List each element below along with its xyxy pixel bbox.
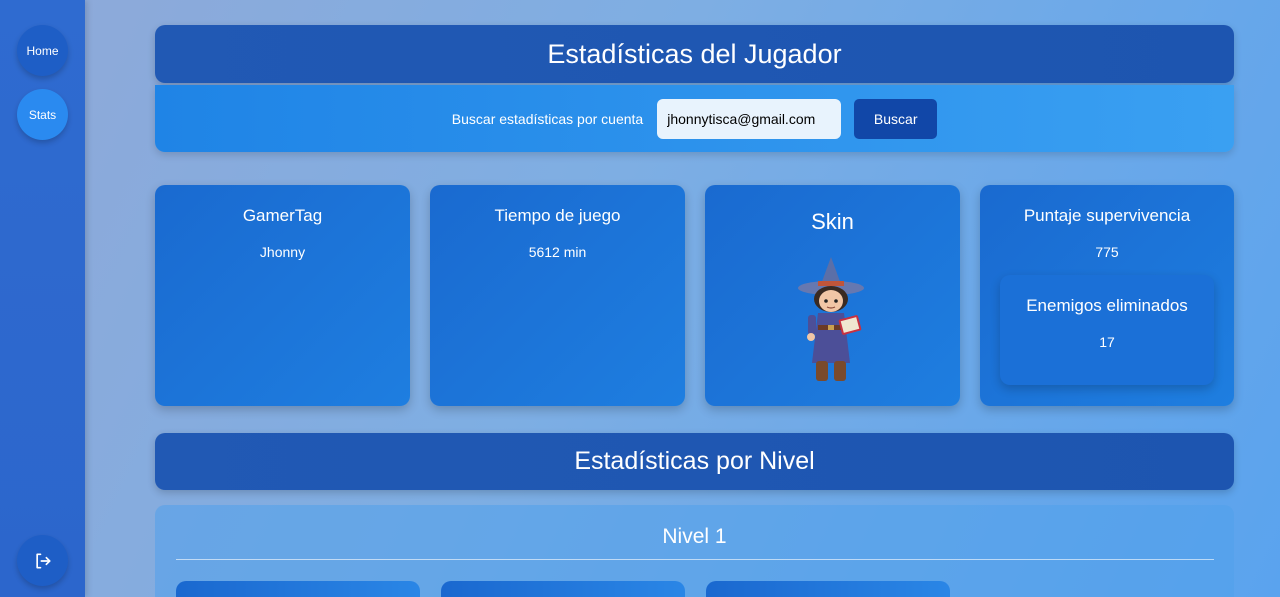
- survival-card: Puntaje supervivencia 775 Enemigos elimi…: [980, 185, 1234, 406]
- playtime-card: Tiempo de juego 5612 min: [430, 185, 685, 406]
- page-title: Estadísticas del Jugador: [547, 38, 842, 69]
- page-header: Estadísticas del Jugador: [155, 25, 1234, 83]
- level-title: Nivel 1: [662, 525, 727, 548]
- level-stat-card: [441, 581, 685, 597]
- search-label: Buscar estadísticas por cuenta: [451, 110, 644, 127]
- search-input[interactable]: [657, 98, 842, 139]
- logout-button[interactable]: [17, 535, 68, 586]
- level-divider: [176, 559, 1214, 560]
- level-panel: Nivel 1: [155, 505, 1234, 597]
- gamertag-value: Jhonny: [259, 244, 306, 260]
- level-stat-card: [706, 581, 950, 597]
- logout-icon: [35, 553, 51, 568]
- enemies-value: 17: [1099, 334, 1115, 350]
- enemies-title: Enemigos eliminados: [1026, 296, 1188, 315]
- search-bar: Buscar estadísticas por cuenta Buscar: [155, 85, 1234, 152]
- search-button[interactable]: Buscar: [854, 98, 938, 139]
- stats-button[interactable]: Stats: [17, 89, 68, 140]
- skin-title: Skin: [811, 209, 854, 234]
- level-stats-title: Estadísticas por Nivel: [574, 447, 815, 475]
- gamertag-title: GamerTag: [242, 206, 323, 225]
- gamertag-card: GamerTag Jhonny: [155, 185, 410, 406]
- sidebar: Home Stats: [0, 0, 85, 597]
- level-stat-card: [176, 581, 420, 597]
- survival-value: 775: [1095, 244, 1119, 260]
- wizard-character-image: [798, 257, 864, 381]
- playtime-title: Tiempo de juego: [494, 206, 621, 225]
- playtime-value: 5612 min: [528, 244, 587, 260]
- enemies-card: Enemigos eliminados 17: [1000, 275, 1214, 385]
- skin-card: Skin: [705, 185, 960, 406]
- home-button-label: Home: [26, 43, 59, 58]
- stats-button-label: Stats: [28, 107, 57, 122]
- home-button[interactable]: Home: [17, 25, 68, 76]
- survival-title: Puntaje supervivencia: [1023, 206, 1191, 225]
- level-stats-header: Estadísticas por Nivel: [155, 433, 1234, 490]
